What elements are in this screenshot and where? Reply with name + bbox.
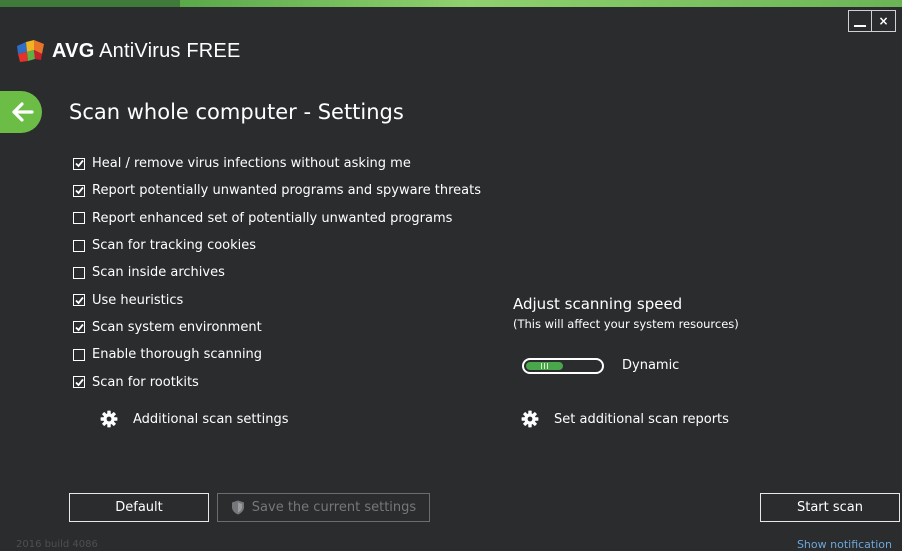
scan-speed-value: Dynamic	[622, 358, 680, 373]
option-thorough-scanning[interactable]: Enable thorough scanning	[73, 341, 481, 368]
speed-subtitle: (This will affect your system resources)	[513, 317, 739, 331]
option-label: Report potentially unwanted programs and…	[92, 183, 482, 199]
avg-logo-icon	[17, 40, 44, 62]
option-label: Use heuristics	[92, 292, 184, 308]
version-label: 2016 build 4086	[16, 539, 98, 550]
checkbox[interactable]	[73, 266, 85, 279]
product-name: AntiVirus	[99, 39, 181, 62]
option-label: Scan for rootkits	[92, 374, 199, 390]
option-heuristics[interactable]: Use heuristics	[73, 286, 481, 313]
option-label: Scan system environment	[92, 319, 262, 335]
option-scan-archives[interactable]: Scan inside archives	[73, 259, 481, 286]
option-rootkits[interactable]: Scan for rootkits	[73, 368, 481, 395]
checkbox[interactable]	[73, 239, 85, 252]
checkbox-check-icon	[74, 187, 84, 195]
shield-icon	[231, 500, 244, 515]
checkbox[interactable]	[73, 321, 85, 334]
app-logo: AVG AntiVirus FREE	[17, 38, 241, 64]
scan-speed-slider[interactable]	[522, 358, 604, 374]
checkbox-check-icon	[74, 296, 84, 304]
additional-scan-settings-label: Additional scan settings	[133, 411, 289, 427]
checkbox[interactable]	[73, 184, 85, 197]
checkbox[interactable]	[73, 157, 85, 170]
checkbox-check-icon	[74, 160, 84, 168]
checkbox[interactable]	[73, 212, 85, 225]
checkbox[interactable]	[73, 348, 85, 361]
option-label: Heal / remove virus infections without a…	[92, 156, 411, 172]
additional-scan-reports-link[interactable]: Set additional scan reports	[521, 410, 729, 428]
option-heal-remove[interactable]: Heal / remove virus infections without a…	[73, 150, 481, 177]
brand-name: AVG	[52, 39, 95, 62]
edition-name: FREE	[186, 39, 241, 62]
save-settings-button[interactable]: Save the current settings	[217, 493, 430, 522]
option-label: Scan for tracking cookies	[92, 238, 257, 254]
window-controls: ×	[848, 10, 896, 32]
close-icon: ×	[878, 14, 889, 28]
option-label: Report enhanced set of potentially unwan…	[92, 210, 453, 226]
checkbox-check-icon	[74, 323, 84, 332]
additional-scan-reports-label: Set additional scan reports	[554, 411, 729, 427]
default-button[interactable]: Default	[69, 493, 209, 522]
show-notification-link[interactable]: Show notification	[797, 538, 892, 551]
checkbox[interactable]	[73, 294, 85, 307]
option-report-pup[interactable]: Report potentially unwanted programs and…	[73, 177, 481, 204]
additional-scan-settings-link[interactable]: Additional scan settings	[100, 410, 289, 428]
option-report-enhanced-pup[interactable]: Report enhanced set of potentially unwan…	[73, 205, 481, 232]
minimize-icon	[854, 25, 866, 27]
minimize-button[interactable]	[848, 10, 872, 32]
speed-title: Adjust scanning speed	[513, 295, 683, 313]
option-label: Scan inside archives	[92, 265, 225, 281]
gear-icon	[100, 410, 118, 428]
back-button[interactable]	[0, 91, 42, 133]
page-title: Scan whole computer - Settings	[69, 100, 404, 124]
scan-speed-slider-fill	[526, 362, 563, 370]
close-button[interactable]: ×	[872, 10, 896, 32]
checkbox[interactable]	[73, 376, 85, 389]
gear-icon	[521, 410, 539, 428]
checkbox-check-icon	[74, 378, 84, 386]
start-scan-button[interactable]: Start scan	[760, 493, 900, 522]
scan-options-list: Heal / remove virus infections without a…	[73, 150, 481, 396]
save-settings-button-label: Save the current settings	[251, 500, 417, 515]
top-accent-bar	[0, 0, 902, 7]
option-tracking-cookies[interactable]: Scan for tracking cookies	[73, 232, 481, 259]
start-scan-button-label: Start scan	[796, 500, 863, 515]
default-button-label: Default	[115, 500, 163, 515]
option-label: Enable thorough scanning	[92, 347, 263, 363]
option-system-environment[interactable]: Scan system environment	[73, 314, 481, 341]
back-arrow-icon	[12, 102, 34, 122]
